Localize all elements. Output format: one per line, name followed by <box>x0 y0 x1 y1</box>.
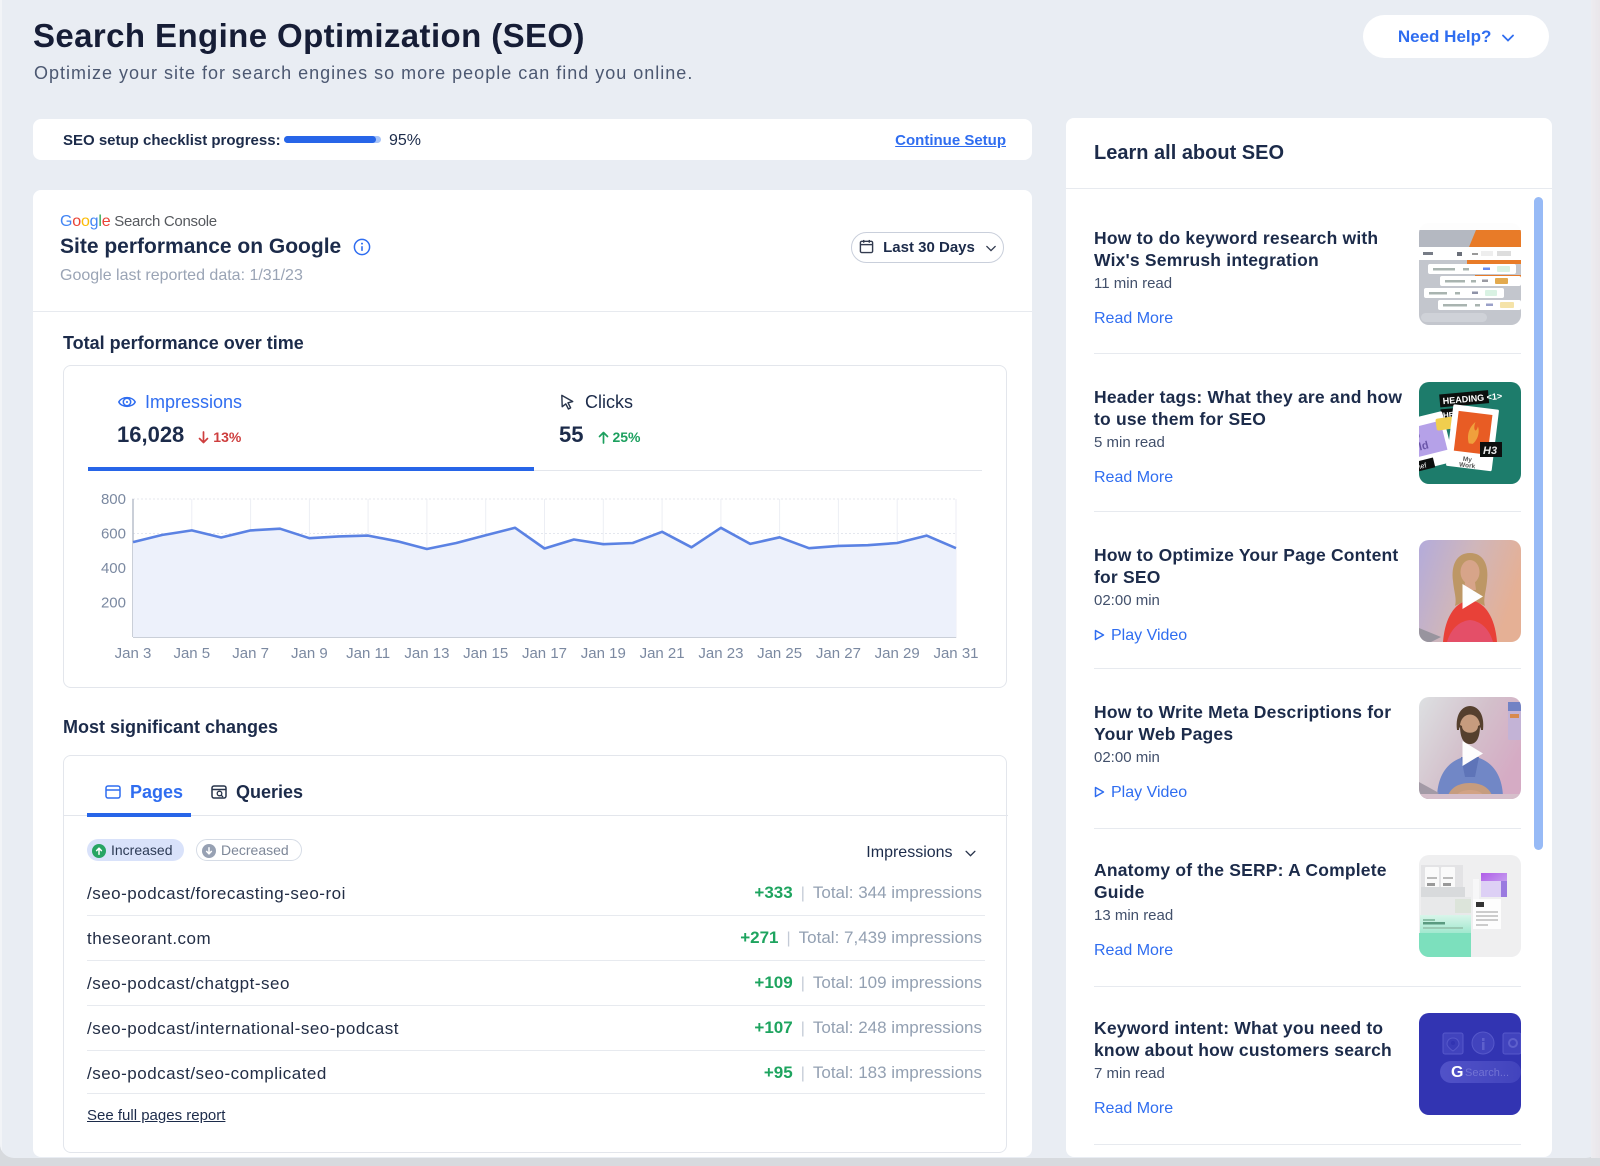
svg-text:Jan 5: Jan 5 <box>173 645 210 662</box>
svg-text:Jan 25: Jan 25 <box>757 645 802 662</box>
svg-text:Jan 9: Jan 9 <box>291 645 328 662</box>
svg-text:Jan 27: Jan 27 <box>816 645 861 662</box>
svg-text:G: G <box>1451 1064 1463 1081</box>
svg-text:400: 400 <box>101 560 126 577</box>
svg-text:Jan 7: Jan 7 <box>232 645 269 662</box>
svg-text:Jan 31: Jan 31 <box>933 645 978 662</box>
svg-text:Jan 11: Jan 11 <box>346 645 390 662</box>
svg-text:Jan 13: Jan 13 <box>404 645 449 662</box>
svg-text:600: 600 <box>101 526 126 543</box>
svg-text:Jan 3: Jan 3 <box>115 645 152 662</box>
svg-text:800: 800 <box>101 491 126 508</box>
svg-text:Search...: Search... <box>1465 1067 1509 1079</box>
svg-text:Jan 17: Jan 17 <box>522 645 567 662</box>
svg-text:H3: H3 <box>1483 445 1497 457</box>
svg-text:200: 200 <box>101 595 126 612</box>
svg-text:Jan 29: Jan 29 <box>875 645 920 662</box>
svg-text:Jan 21: Jan 21 <box>640 645 685 662</box>
svg-text:Jan 23: Jan 23 <box>698 645 743 662</box>
svg-text:Jan 19: Jan 19 <box>581 645 626 662</box>
svg-text:Jan 15: Jan 15 <box>463 645 508 662</box>
